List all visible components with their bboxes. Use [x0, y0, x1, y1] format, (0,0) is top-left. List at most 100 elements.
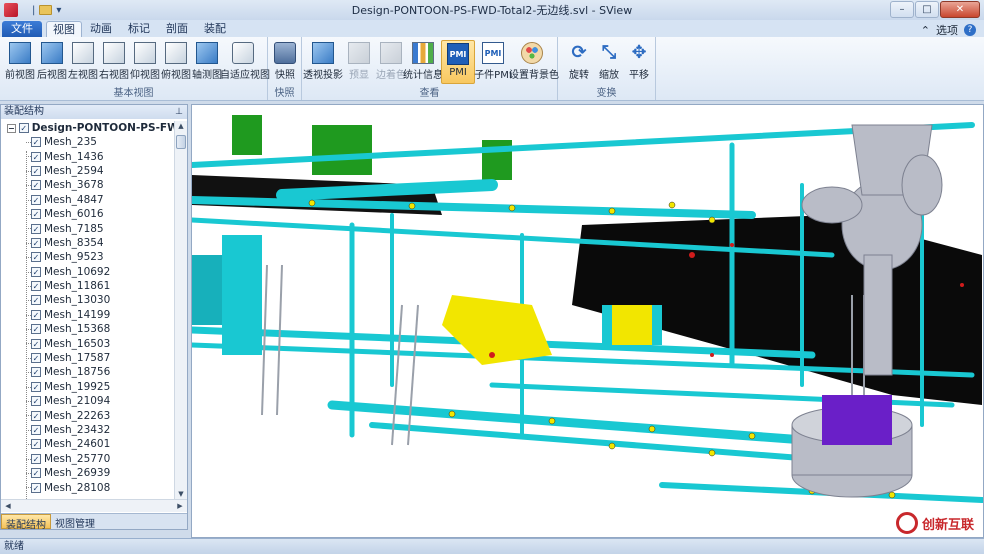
tree-item[interactable]: ✓ Mesh_15368: [1, 322, 175, 336]
snapshot-button[interactable]: 快照: [268, 40, 302, 84]
visibility-checkbox[interactable]: ✓: [31, 453, 41, 464]
tree-item[interactable]: ✓ Mesh_26939: [1, 466, 175, 480]
tree-item[interactable]: ✓ Mesh_3678: [1, 178, 175, 192]
close-button[interactable]: ✕: [940, 1, 980, 18]
visibility-checkbox[interactable]: ✓: [18, 123, 29, 133]
assembly-tree[interactable]: − ✓ Design-PONTOON-PS-FWD-Total2 ✓Mesh_2…: [1, 121, 175, 499]
visibility-checkbox[interactable]: ✓: [31, 281, 41, 292]
visibility-checkbox[interactable]: ✓: [31, 482, 41, 493]
visibility-checkbox[interactable]: ✓: [31, 439, 41, 450]
tree-item[interactable]: ✓ Mesh_2594: [1, 164, 175, 178]
tree-item[interactable]: ✓ Mesh_16503: [1, 336, 175, 350]
tree-root[interactable]: − ✓ Design-PONTOON-PS-FWD-Total2: [1, 121, 175, 135]
maximize-button[interactable]: □: [915, 1, 939, 18]
visibility-checkbox[interactable]: ✓: [31, 324, 41, 335]
scroll-thumb[interactable]: [176, 135, 186, 149]
tab-assembly-structure[interactable]: 装配结构: [1, 514, 51, 531]
watermark-text: 创新互联: [921, 517, 974, 533]
visibility-checkbox[interactable]: ✓: [31, 468, 41, 479]
scroll-down-icon[interactable]: ▼: [175, 490, 187, 498]
tree-item[interactable]: ✓ Mesh_28108: [1, 480, 175, 494]
scroll-left-icon[interactable]: ◀: [2, 502, 14, 510]
ribbon-collapse-icon[interactable]: ⌃: [921, 24, 930, 37]
visibility-checkbox[interactable]: ✓: [31, 295, 41, 306]
iso-view-button[interactable]: 轴测图: [190, 40, 224, 84]
tree-item[interactable]: ✓ Mesh_14199: [1, 308, 175, 322]
app-logo-icon[interactable]: [4, 3, 18, 17]
tree-item-label: Mesh_22263: [44, 409, 111, 422]
scroll-right-icon[interactable]: ▶: [174, 502, 186, 510]
tree-item[interactable]: ✓ Mesh_4847: [1, 193, 175, 207]
3d-viewport[interactable]: 创新互联: [191, 104, 984, 538]
tree-item[interactable]: ✓ Mesh_19925: [1, 380, 175, 394]
visibility-checkbox[interactable]: ✓: [31, 338, 41, 349]
tree-item[interactable]: ✓ Mesh_10692: [1, 265, 175, 279]
perspective-button[interactable]: 透视投影: [303, 40, 343, 84]
visibility-checkbox[interactable]: ✓: [31, 137, 41, 148]
tree-item[interactable]: ✓ Mesh_11861: [1, 279, 175, 293]
tab-section[interactable]: 剖面: [162, 21, 192, 37]
tree-item[interactable]: ✓ Mesh_21094: [1, 394, 175, 408]
visibility-checkbox[interactable]: ✓: [31, 266, 41, 277]
visibility-checkbox[interactable]: ✓: [31, 237, 41, 248]
visibility-checkbox[interactable]: ✓: [31, 194, 41, 205]
tree-item[interactable]: ✓ Mesh_8354: [1, 236, 175, 250]
tree-item[interactable]: ✓ Mesh_22263: [1, 408, 175, 422]
visibility-checkbox[interactable]: ✓: [31, 396, 41, 407]
tab-animation[interactable]: 动画: [86, 21, 116, 37]
child-pmi-button[interactable]: PMI 子件PMI: [474, 40, 512, 84]
tree-item[interactable]: ✓ Mesh_235: [1, 135, 175, 149]
back-view-icon: [41, 42, 63, 64]
yellow-equipment: [612, 305, 652, 345]
visibility-checkbox[interactable]: ✓: [31, 223, 41, 234]
scroll-up-icon[interactable]: ▲: [175, 122, 187, 130]
tab-markup[interactable]: 标记: [124, 21, 154, 37]
tab-view-management[interactable]: 视图管理: [51, 514, 99, 530]
tab-view[interactable]: 视图: [46, 21, 82, 37]
tree-vertical-scrollbar[interactable]: ▲ ▼: [174, 121, 187, 499]
open-folder-icon[interactable]: [39, 5, 53, 15]
tree-item[interactable]: ✓ Mesh_9523: [1, 250, 175, 264]
pan-icon: ✥: [631, 42, 647, 63]
tree-item-label: Mesh_25770: [44, 452, 111, 465]
tree-item[interactable]: ✓ Mesh_6016: [1, 207, 175, 221]
tree-item[interactable]: ✓ Mesh_7185: [1, 221, 175, 235]
tree-item[interactable]: ✓ Mesh_25770: [1, 452, 175, 466]
visibility-checkbox[interactable]: ✓: [31, 165, 41, 176]
tree-item[interactable]: ✓ Mesh_1436: [1, 149, 175, 163]
front-view-icon: [9, 42, 31, 64]
green-structure: [232, 115, 262, 155]
visibility-checkbox[interactable]: ✓: [31, 425, 41, 435]
visibility-checkbox[interactable]: ✓: [31, 180, 41, 191]
tab-assembly[interactable]: 装配: [200, 21, 230, 37]
tab-file[interactable]: 文件: [2, 21, 42, 37]
options-button[interactable]: 选项: [936, 22, 958, 38]
visibility-checkbox[interactable]: ✓: [31, 353, 41, 364]
background-color-button[interactable]: 设置背景色: [509, 40, 559, 84]
model-render[interactable]: [192, 105, 984, 538]
tree-item[interactable]: ✓ Mesh_23432: [1, 423, 175, 437]
tree-horizontal-scrollbar[interactable]: ◀ ▶: [1, 499, 187, 512]
collapse-icon[interactable]: −: [7, 123, 16, 133]
ribbon-tabs: 文件 视图 动画 标记 剖面 装配 ⌃ 选项 ?: [0, 20, 984, 37]
fit-view-button[interactable]: 自适应视图: [220, 40, 270, 84]
tree-item-label: Mesh_8354: [44, 236, 104, 249]
visibility-checkbox[interactable]: ✓: [31, 309, 41, 320]
qat-dropdown-icon[interactable]: ▾: [56, 5, 61, 16]
minimize-button[interactable]: –: [890, 1, 914, 18]
statistics-button[interactable]: 统计信息: [403, 40, 443, 84]
visibility-checkbox[interactable]: ✓: [31, 410, 41, 421]
tree-item[interactable]: ✓ Mesh_17587: [1, 351, 175, 365]
help-icon[interactable]: ?: [964, 24, 976, 36]
visibility-checkbox[interactable]: ✓: [31, 367, 41, 378]
visibility-checkbox[interactable]: ✓: [31, 381, 41, 392]
tree-item[interactable]: ✓ Mesh_18756: [1, 365, 175, 379]
pan-button[interactable]: ✥ 平移: [622, 40, 656, 84]
tree-item[interactable]: ✓ Mesh_24601: [1, 437, 175, 451]
tree-item[interactable]: ✓ Mesh_13030: [1, 293, 175, 307]
pin-icon[interactable]: ⊥: [175, 105, 183, 119]
child-pmi-icon: PMI: [482, 42, 504, 64]
visibility-checkbox[interactable]: ✓: [31, 151, 41, 162]
visibility-checkbox[interactable]: ✓: [31, 209, 41, 220]
visibility-checkbox[interactable]: ✓: [31, 252, 41, 263]
